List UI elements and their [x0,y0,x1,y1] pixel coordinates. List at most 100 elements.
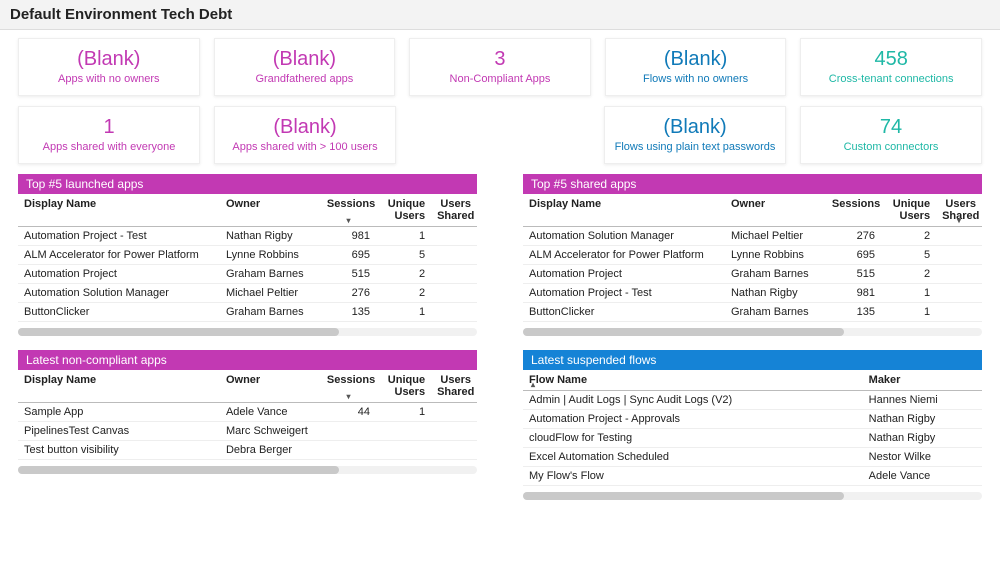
panel-header: Latest non-compliant apps [18,350,477,370]
cell: 1 [881,303,936,322]
table-row[interactable]: cloudFlow for TestingNathan Rigby [523,429,982,448]
column-header[interactable]: Owner [725,194,826,227]
cell [431,227,477,246]
table-row[interactable]: Test button visibilityDebra Berger [18,441,477,460]
table-suspended-flows[interactable]: Flow Name▴MakerAdmin | Audit Logs | Sync… [523,370,982,486]
table-row[interactable]: ALM Accelerator for Power PlatformLynne … [18,246,477,265]
kpi-card[interactable]: (Blank)Flows with no owners [605,38,787,96]
table-launched-apps[interactable]: Display NameOwnerSessions▾Unique UsersUs… [18,194,477,322]
cell: Debra Berger [220,441,321,460]
cell: Automation Project - Test [523,284,725,303]
kpi-caption: Flows using plain text passwords [611,141,779,153]
cell: 695 [321,246,376,265]
dashboard-content: (Blank)Apps with no owners(Blank)Grandfa… [0,30,1000,562]
table-row[interactable]: ALM Accelerator for Power PlatformLynne … [523,246,982,265]
kpi-card[interactable]: (Blank)Flows using plain text passwords [604,106,786,164]
kpi-card[interactable]: (Blank)Grandfathered apps [214,38,396,96]
table-row[interactable]: Automation Project - TestNathan Rigby981… [18,227,477,246]
cell [431,441,477,460]
table-row[interactable]: PipelinesTest CanvasMarc Schweigert [18,422,477,441]
horizontal-scrollbar[interactable] [18,466,477,474]
table-row[interactable]: Automation Solution ManagerMichael Pelti… [18,284,477,303]
cell [936,284,982,303]
cell: 515 [826,265,881,284]
table-row[interactable]: Automation Project - ApprovalsNathan Rig… [523,410,982,429]
cell: 981 [321,227,376,246]
kpi-caption: Grandfathered apps [221,73,389,85]
panel-header: Latest suspended flows [523,350,982,370]
table-row[interactable]: Automation Project - TestNathan Rigby981… [523,284,982,303]
horizontal-scrollbar[interactable] [523,328,982,336]
table-row[interactable]: Automation ProjectGraham Barnes5152 [523,265,982,284]
kpi-value: 1 [25,115,193,139]
kpi-caption: Non-Compliant Apps [416,73,584,85]
column-header[interactable]: Sessions▾ [321,194,376,227]
kpi-card[interactable]: 458Cross-tenant connections [800,38,982,96]
horizontal-scrollbar[interactable] [523,492,982,500]
column-header[interactable]: Maker [863,370,982,391]
column-header[interactable]: Owner [220,370,321,403]
column-header[interactable]: Users Shared [431,370,477,403]
kpi-value: (Blank) [221,115,389,139]
column-header[interactable]: Unique Users [881,194,936,227]
column-header[interactable]: Unique Users [376,370,431,403]
column-header[interactable]: Unique Users [376,194,431,227]
table-row[interactable]: Automation Solution ManagerMichael Pelti… [523,227,982,246]
cell: Automation Project [18,265,220,284]
panel-row-1: Top #5 launched apps Display NameOwnerSe… [18,174,982,336]
cell: Nathan Rigby [863,429,982,448]
kpi-card[interactable]: (Blank)Apps shared with > 100 users [214,106,396,164]
cell [936,265,982,284]
table-row[interactable]: Excel Automation ScheduledNestor Wilke [523,448,982,467]
column-header[interactable]: Users Shared [431,194,477,227]
cell: My Flow's Flow [523,467,863,486]
kpi-card[interactable]: 3Non-Compliant Apps [409,38,591,96]
cell [431,303,477,322]
cell: Lynne Robbins [220,246,321,265]
cell: 2 [881,227,936,246]
kpi-row-1: (Blank)Apps with no owners(Blank)Grandfa… [18,38,982,96]
page-title: Default Environment Tech Debt [10,6,990,23]
table-row[interactable]: Sample AppAdele Vance441 [18,403,477,422]
cell: cloudFlow for Testing [523,429,863,448]
table-row[interactable]: ButtonClickerGraham Barnes1351 [523,303,982,322]
column-header[interactable]: Owner [220,194,321,227]
table-row[interactable]: Admin | Audit Logs | Sync Audit Logs (V2… [523,391,982,410]
table-row[interactable]: My Flow's FlowAdele Vance [523,467,982,486]
cell: 1 [376,403,431,422]
cell: ButtonClicker [523,303,725,322]
cell: 44 [321,403,376,422]
table-noncompliant-apps[interactable]: Display NameOwnerSessions▾Unique UsersUs… [18,370,477,460]
table-row[interactable]: ButtonClickerGraham Barnes1351 [18,303,477,322]
page-header: Default Environment Tech Debt [0,0,1000,30]
table-row[interactable]: Automation ProjectGraham Barnes5152 [18,265,477,284]
cell: 981 [826,284,881,303]
kpi-caption: Custom connectors [807,141,975,153]
kpi-value: (Blank) [612,47,780,71]
kpi-card[interactable]: 74Custom connectors [800,106,982,164]
panel-header: Top #5 shared apps [523,174,982,194]
column-header[interactable]: Flow Name▴ [523,370,863,391]
cell [936,227,982,246]
sort-indicator-icon: ▾ [957,216,961,225]
horizontal-scrollbar[interactable] [18,328,477,336]
column-header[interactable]: Sessions [826,194,881,227]
cell: Nathan Rigby [220,227,321,246]
cell: PipelinesTest Canvas [18,422,220,441]
cell: 135 [826,303,881,322]
cell: Lynne Robbins [725,246,826,265]
kpi-card[interactable]: (Blank)Apps with no owners [18,38,200,96]
column-header[interactable]: Display Name [18,370,220,403]
cell [431,403,477,422]
column-header[interactable]: Sessions▾ [321,370,376,403]
cell: 1 [376,303,431,322]
column-header[interactable]: Display Name [18,194,220,227]
cell: Michael Peltier [725,227,826,246]
cell: Test button visibility [18,441,220,460]
column-header[interactable]: Users Shared▾ [936,194,982,227]
table-shared-apps[interactable]: Display NameOwnerSessionsUnique UsersUse… [523,194,982,322]
kpi-caption: Apps with no owners [25,73,193,85]
column-header[interactable]: Display Name [523,194,725,227]
cell: Adele Vance [863,467,982,486]
kpi-card[interactable]: 1Apps shared with everyone [18,106,200,164]
